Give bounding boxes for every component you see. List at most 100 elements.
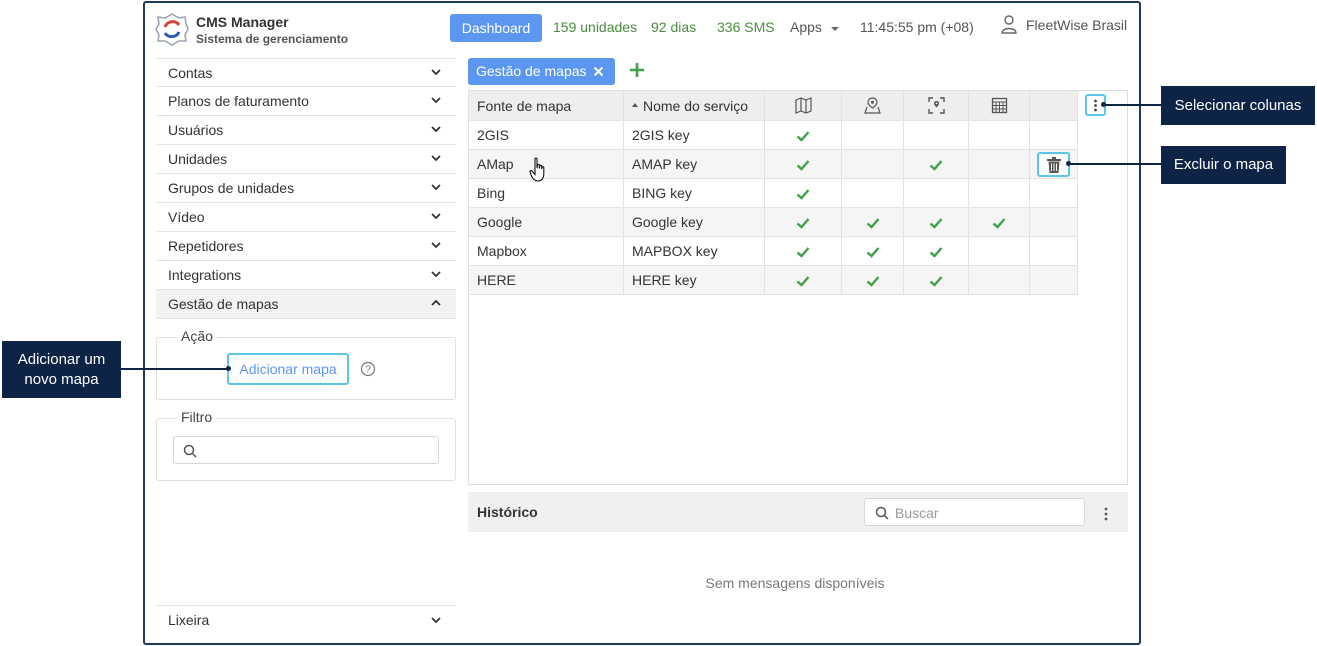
- check-icon: [796, 189, 810, 200]
- delete-map-button[interactable]: [1037, 152, 1070, 177]
- sort-asc-icon: [632, 102, 638, 107]
- table-row[interactable]: HERE HERE key: [468, 265, 1078, 295]
- cell-actions: [1029, 178, 1078, 208]
- cell-check: [903, 149, 969, 179]
- sidebar-item-label: Lixeira: [168, 612, 210, 628]
- column-service-label: Nome do serviço: [643, 97, 749, 114]
- svg-text:?: ?: [365, 365, 371, 376]
- column-geocoding[interactable]: [841, 90, 904, 121]
- callout-dot: [1066, 161, 1071, 166]
- filter-legend: Filtro: [177, 409, 217, 425]
- search-placeholder: Buscar: [895, 505, 939, 521]
- tab-gestao-de-mapas[interactable]: Gestão de mapas: [468, 58, 615, 85]
- days-count[interactable]: 92 dias: [651, 19, 696, 35]
- sidebar-item-label: Vídeo: [168, 209, 205, 225]
- column-grid[interactable]: [968, 90, 1030, 121]
- cell-check: [903, 120, 969, 150]
- check-icon: [866, 218, 879, 229]
- table-row[interactable]: Bing BING key: [468, 178, 1078, 208]
- sms-count[interactable]: 336 SMS: [717, 19, 775, 35]
- sidebar-item-grupos[interactable]: Grupos de unidades: [156, 174, 456, 203]
- table-row[interactable]: Mapbox MAPBOX key: [468, 236, 1078, 266]
- chevron-down-icon: [431, 184, 441, 191]
- filter-input[interactable]: [173, 436, 439, 464]
- sidebar-item-unidades[interactable]: Unidades: [156, 145, 456, 174]
- column-routing[interactable]: [903, 90, 969, 121]
- cell-service: BING key: [623, 178, 765, 208]
- more-vertical-icon[interactable]: [1103, 506, 1109, 522]
- chevron-down-icon: [431, 213, 441, 220]
- cell-check: [968, 149, 1030, 179]
- check-icon: [796, 276, 810, 287]
- check-icon: [866, 247, 879, 258]
- cell-check: [764, 178, 842, 208]
- cell-service: Google key: [623, 207, 765, 237]
- chevron-down-icon: [431, 126, 441, 133]
- sidebar-item-usuarios[interactable]: Usuários: [156, 116, 456, 145]
- cell-service: HERE key: [623, 265, 765, 295]
- sidebar-item-planos[interactable]: Planos de faturamento: [156, 87, 456, 116]
- map-pin-icon: [864, 97, 881, 114]
- sidebar-item-lixeira[interactable]: Lixeira: [156, 605, 456, 633]
- column-service[interactable]: Nome do serviço: [623, 90, 765, 121]
- units-count[interactable]: 159 unidades: [553, 19, 637, 35]
- callout-add-map: Adicionar um novo mapa: [2, 341, 121, 398]
- check-icon: [929, 276, 943, 287]
- cell-actions: [1029, 236, 1078, 266]
- table-row[interactable]: 2GIS 2GIS key: [468, 120, 1078, 150]
- callout-select-columns: Selecionar colunas: [1161, 86, 1315, 125]
- grid-icon: [991, 98, 1007, 114]
- add-map-button[interactable]: Adicionar mapa: [227, 353, 349, 385]
- cell-service: MAPBOX key: [623, 236, 765, 266]
- chevron-down-icon: [431, 271, 441, 278]
- cell-source: HERE: [468, 265, 624, 295]
- user-icon[interactable]: [1000, 14, 1018, 34]
- cell-service: AMAP key: [623, 149, 765, 179]
- chevron-down-icon[interactable]: [831, 27, 839, 31]
- chevron-up-icon: [431, 299, 441, 306]
- user-name[interactable]: FleetWise Brasil: [1026, 17, 1127, 33]
- cell-check: [903, 178, 969, 208]
- callout-delete-map: Excluir o mapa: [1161, 146, 1286, 184]
- cell-actions: [1029, 207, 1078, 237]
- more-vertical-icon: [1094, 99, 1097, 112]
- callout-leader: [121, 368, 228, 370]
- dashboard-button[interactable]: Dashboard: [450, 14, 542, 42]
- sidebar-item-repetidores[interactable]: Repetidores: [156, 232, 456, 261]
- chevron-down-icon: [431, 617, 441, 624]
- chevron-down-icon: [431, 155, 441, 162]
- search-icon: [875, 506, 889, 520]
- check-icon: [796, 160, 810, 171]
- cell-check: [764, 265, 842, 295]
- apps-menu[interactable]: Apps: [790, 19, 822, 35]
- sidebar-item-integrations[interactable]: Integrations: [156, 261, 456, 290]
- cell-source: Mapbox: [468, 236, 624, 266]
- action-legend: Ação: [177, 328, 217, 344]
- column-source[interactable]: Fonte de mapa: [468, 90, 624, 121]
- cell-check: [764, 236, 842, 266]
- plus-icon[interactable]: [629, 62, 645, 78]
- chevron-down-icon: [431, 69, 441, 76]
- app-title: CMS Manager: [196, 14, 289, 30]
- sidebar-item-label: Integrations: [168, 267, 242, 283]
- column-map-tiles[interactable]: [764, 90, 842, 121]
- chevron-down-icon: [431, 97, 441, 104]
- history-search-input[interactable]: Buscar: [864, 498, 1085, 526]
- cell-check: [841, 265, 904, 295]
- sidebar-item-gestao-de-mapas[interactable]: Gestão de mapas: [156, 290, 456, 319]
- history-title: Histórico: [477, 504, 538, 520]
- sidebar-item-video[interactable]: Vídeo: [156, 203, 456, 232]
- clock: 11:45:55 pm (+08): [860, 19, 974, 35]
- cell-check: [968, 236, 1030, 266]
- check-icon: [796, 247, 810, 258]
- close-icon[interactable]: [593, 66, 604, 77]
- sidebar-item-label: Repetidores: [168, 238, 244, 254]
- sidebar-item-contas[interactable]: Contas: [156, 58, 456, 87]
- cell-actions: [1029, 120, 1078, 150]
- cell-check: [968, 265, 1030, 295]
- cms-logo-icon: [155, 13, 189, 46]
- help-icon[interactable]: ?: [360, 361, 376, 377]
- location-target-icon: [927, 97, 945, 115]
- table-row[interactable]: Google Google key: [468, 207, 1078, 237]
- table-row[interactable]: AMap AMAP key: [468, 149, 1078, 179]
